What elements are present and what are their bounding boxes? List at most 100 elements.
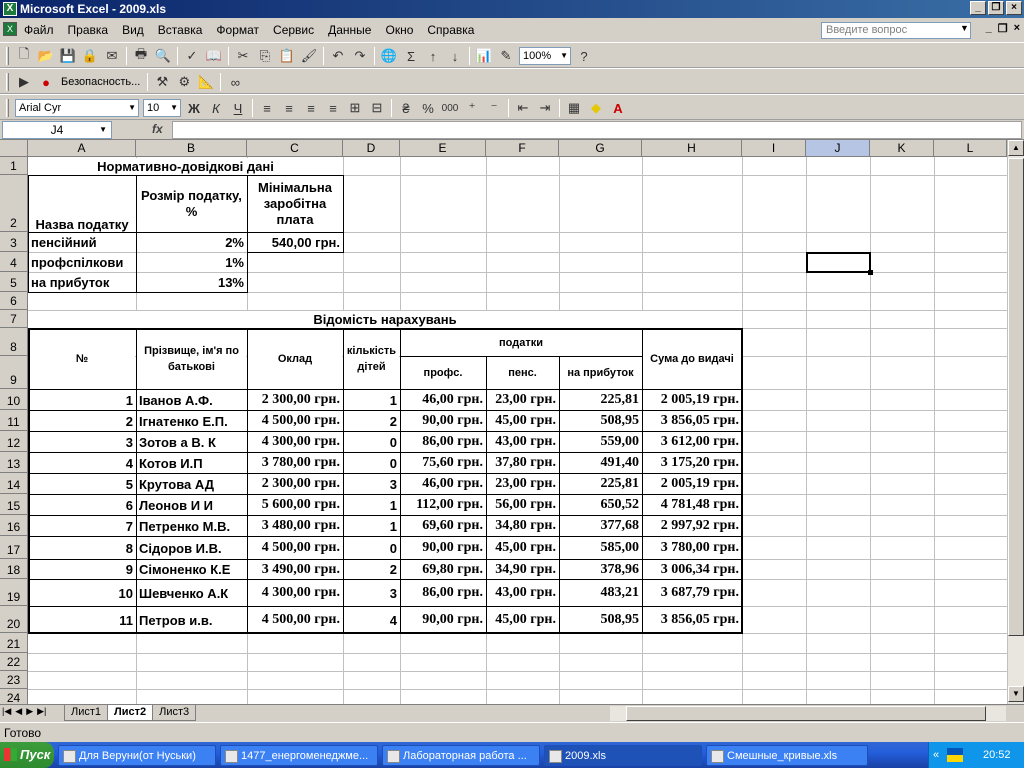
bold-button[interactable]: Ж [183,97,205,119]
payroll-header[interactable]: Прізвище, ім'я по батькові [137,329,246,389]
employee-name[interactable]: Крутова АД [137,474,246,494]
payroll-header[interactable]: пенс. [487,357,558,389]
employee-name[interactable]: Котов И.П [137,453,246,473]
reference-header[interactable]: Назва податку [29,176,135,232]
children-count[interactable]: 0 [344,453,399,473]
row-header[interactable]: 4 [0,252,28,272]
next-sheet-icon[interactable]: ▶ [26,706,33,717]
reference-header[interactable]: Мінімальна заробітна плата [248,176,342,232]
employee-name[interactable]: Ігнатенко Е.П. [137,411,246,431]
salary[interactable]: 3 780,00 грн. [248,453,342,473]
menu-item[interactable]: Файл [24,23,54,37]
merge-cells-icon[interactable]: ⊟ [366,97,388,119]
sheet-tab[interactable]: Лист3 [152,705,197,721]
last-sheet-icon[interactable]: ▶| [37,706,46,717]
decrease-indent-icon[interactable]: ⇤ [512,97,534,119]
workbook-close-button[interactable]: × [1014,22,1020,35]
toolbar-grip[interactable] [6,73,9,91]
undo-icon[interactable]: ↶ [327,45,349,67]
row-number[interactable]: 1 [29,390,135,410]
salary[interactable]: 2 300,00 грн. [248,390,342,410]
row-header[interactable]: 10 [0,389,28,410]
row-number[interactable]: 5 [29,474,135,494]
underline-button[interactable]: Ч [227,97,249,119]
children-count[interactable]: 1 [344,495,399,515]
total-pay[interactable]: 3 856,05 грн. [643,607,741,633]
help-icon[interactable]: ? [573,45,595,67]
children-count[interactable]: 3 [344,580,399,606]
align-left-icon[interactable]: ≡ [256,97,278,119]
pension-tax[interactable]: 43,00 грн. [487,432,558,452]
pension-tax[interactable]: 56,00 грн. [487,495,558,515]
column-header[interactable]: A [28,140,136,157]
union-tax[interactable]: 69,60 грн. [401,516,485,536]
tray-expand-icon[interactable]: « [933,742,939,768]
insert-function-icon[interactable]: fx [152,122,163,136]
total-pay[interactable]: 2 997,92 грн. [643,516,741,536]
email-icon[interactable]: ✉ [101,45,123,67]
design-mode-icon[interactable]: 📐 [195,71,217,93]
spelling-icon[interactable]: ✓ [181,45,203,67]
autosum-icon[interactable]: Σ [400,45,422,67]
workbook-minimize-button[interactable]: _ [986,22,992,35]
union-tax[interactable]: 90,00 грн. [401,537,485,559]
row-header[interactable]: 13 [0,452,28,473]
salary[interactable]: 3 480,00 грн. [248,516,342,536]
tax-rate[interactable]: 2% [137,233,246,252]
column-header[interactable]: D [343,140,400,157]
save-icon[interactable]: 💾 [57,45,79,67]
scroll-down-icon[interactable]: ▼ [1008,686,1024,702]
row-header[interactable]: 2 [0,175,28,232]
restore-button[interactable]: ❐ [988,1,1004,15]
print-icon[interactable]: 🖶 [130,45,152,67]
control-toolbox-icon[interactable]: ⚒ [151,71,173,93]
pension-tax[interactable]: 23,00 грн. [487,390,558,410]
union-tax[interactable]: 90,00 грн. [401,411,485,431]
income-tax[interactable]: 483,21 [560,580,641,606]
borders-icon[interactable]: ▦ [563,97,585,119]
total-pay[interactable]: 3 780,00 грн. [643,537,741,559]
row-header[interactable]: 5 [0,272,28,292]
spreadsheet-grid[interactable]: A B C D E F G H I J K L 1 2 3 4 5 6 7 8 9 10 11 12 13 14 15 16 17 18 1… [0,140,1024,704]
employee-name[interactable]: Петров и.в. [137,607,246,633]
min-wage[interactable]: 540,00 грн. [248,233,342,252]
employee-name[interactable]: Сідоров И.В. [137,537,246,559]
thousands-button[interactable]: 000 [439,97,461,119]
excel-app-icon[interactable]: X [3,2,17,16]
income-tax[interactable]: 585,00 [560,537,641,559]
row-header[interactable]: 1 [0,157,28,175]
workbook-restore-button[interactable]: ❐ [998,22,1008,35]
increase-decimal-icon[interactable]: ⁺ [461,97,483,119]
income-tax[interactable]: 377,68 [560,516,641,536]
merge-center-icon[interactable]: ⊞ [344,97,366,119]
children-count[interactable]: 1 [344,516,399,536]
column-header[interactable]: C [247,140,343,157]
children-count[interactable]: 0 [344,537,399,559]
menu-item[interactable]: Вставка [158,23,203,37]
union-tax[interactable]: 112,00 грн. [401,495,485,515]
row-header[interactable]: 15 [0,494,28,515]
taskbar-item[interactable]: Для Веруни(от Нуськи) [58,745,216,766]
script-editor-icon[interactable]: ∞ [224,71,246,93]
pension-tax[interactable]: 34,90 грн. [487,560,558,579]
column-header[interactable]: I [742,140,806,157]
employee-name[interactable]: Зотов а В. К [137,432,246,452]
row-header[interactable]: 11 [0,410,28,431]
pension-tax[interactable]: 23,00 грн. [487,474,558,494]
total-pay[interactable]: 3 687,79 грн. [643,580,741,606]
salary[interactable]: 5 600,00 грн. [248,495,342,515]
menu-item[interactable]: Данные [328,23,371,37]
taskbar-item[interactable]: Смешные_кривые.xls [706,745,868,766]
payroll-header[interactable]: податки [401,329,641,356]
column-header[interactable]: E [400,140,486,157]
sort-ascending-icon[interactable]: ↑ [422,45,444,67]
align-center-icon[interactable]: ≡ [278,97,300,119]
union-tax[interactable]: 69,80 грн. [401,560,485,579]
column-header[interactable]: K [870,140,934,157]
security-button[interactable]: Безопасность... [61,76,140,88]
first-sheet-icon[interactable]: |◀ [2,706,11,717]
total-pay[interactable]: 2 005,19 грн. [643,474,741,494]
union-tax[interactable]: 86,00 грн. [401,580,485,606]
children-count[interactable]: 3 [344,474,399,494]
payroll-header[interactable]: № [29,329,135,389]
